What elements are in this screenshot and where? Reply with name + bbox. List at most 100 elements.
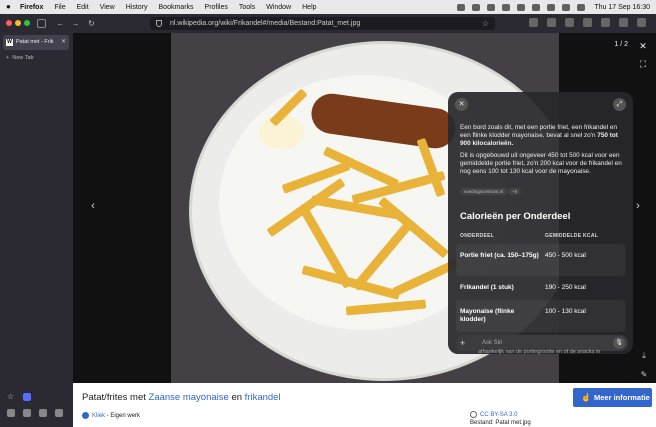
- row-kcal: 100 - 130 kcal: [545, 308, 586, 315]
- history-icon[interactable]: [55, 409, 63, 417]
- minimize-window-button[interactable]: [15, 20, 21, 26]
- sidebar-tools: ☆: [4, 393, 70, 423]
- new-tab-label: New Tab: [12, 55, 34, 61]
- menu-view[interactable]: View: [100, 4, 115, 11]
- settings-icon[interactable]: [7, 409, 15, 417]
- row-part: Mayonaise (flinke klodder): [460, 308, 515, 323]
- clock[interactable]: Thu 17 Sep 16:30: [594, 4, 650, 11]
- row-kcal: 450 - 500 kcal: [545, 252, 586, 259]
- caption-prefix: Patat/frites met: [82, 392, 149, 403]
- wifi-icon[interactable]: [547, 3, 556, 11]
- menu-history[interactable]: History: [126, 4, 148, 11]
- menu-edit[interactable]: Edit: [77, 4, 89, 11]
- reload-icon[interactable]: ↻: [86, 18, 97, 29]
- url-text[interactable]: nl.wikipedia.org/wiki/Frikandel#/media/B…: [170, 20, 360, 27]
- status-icon[interactable]: [457, 3, 466, 11]
- table-title: Calorieën per Onderdeel: [460, 211, 571, 222]
- more-sources-chip[interactable]: +6: [508, 188, 522, 195]
- author-line: Kliek - Eigen werk: [82, 412, 140, 419]
- menu-icon[interactable]: [637, 18, 646, 27]
- extension-icon[interactable]: [583, 18, 592, 27]
- row-part: Frikandel (1 stuk): [460, 284, 514, 291]
- column-header-kcal: GEMIDDELDE KCAL: [545, 233, 599, 239]
- forward-icon[interactable]: →: [70, 18, 81, 29]
- table-row: Mayonaise (flinke klodder) 100 - 130 kca…: [456, 300, 626, 332]
- back-icon[interactable]: ←: [55, 18, 66, 29]
- shield-icon[interactable]: [156, 20, 162, 27]
- hand-pointer-icon: ☝: [581, 393, 591, 402]
- answer-tail-text: afhankelijk van de portiegrootte en of d…: [478, 349, 601, 355]
- downloads-icon[interactable]: [529, 18, 538, 27]
- status-icon[interactable]: [532, 3, 541, 11]
- new-tab-button[interactable]: + New Tab: [6, 55, 34, 61]
- ai-chat-icon[interactable]: [23, 409, 31, 417]
- answer-detail: Dit is opgebouwd uit ongeveer 450 tot 50…: [460, 152, 622, 176]
- macos-menubar: ● Firefox File Edit View History Bookmar…: [0, 0, 656, 14]
- tab-title: Patat met - Frik: [16, 39, 54, 45]
- column-header-part: ONDERDEEL: [460, 233, 495, 239]
- previous-image-icon[interactable]: ‹: [85, 198, 101, 214]
- edit-icon[interactable]: ✎: [639, 370, 649, 380]
- siri-answer-panel: ✕ ⤢ Een bord zoals dit, met een portie f…: [448, 92, 633, 354]
- extension-icon[interactable]: [601, 18, 610, 27]
- menu-file[interactable]: File: [54, 4, 65, 11]
- author-suffix: - Eigen werk: [105, 413, 141, 420]
- bookmark-star-icon[interactable]: ☆: [482, 17, 489, 30]
- close-tab-icon[interactable]: ✕: [61, 35, 66, 50]
- maximize-window-button[interactable]: [24, 20, 30, 26]
- download-icon[interactable]: ⤓: [639, 351, 649, 361]
- sync-icon[interactable]: [39, 409, 47, 417]
- image-counter: 1 / 2: [614, 41, 628, 48]
- expand-panel-icon[interactable]: ⤢: [613, 98, 626, 111]
- extension-icon[interactable]: [565, 18, 574, 27]
- more-info-label: Meer informatie: [594, 393, 650, 402]
- user-icon: [82, 412, 89, 419]
- microphone-icon[interactable]: 🎙: [613, 337, 625, 349]
- wikipedia-favicon-icon: W: [6, 39, 13, 46]
- source-chip[interactable]: voedingscentrum.nl: [460, 188, 508, 195]
- extension-icon[interactable]: [547, 18, 556, 27]
- menu-profiles[interactable]: Profiles: [205, 4, 228, 11]
- row-kcal: 190 - 250 kcal: [545, 284, 586, 291]
- image-caption-bar: Patat/frites met Zaanse mayonaise en fri…: [73, 383, 656, 427]
- file-name: Bestand: Patat met.jpg: [470, 420, 531, 426]
- status-icon[interactable]: [472, 3, 481, 11]
- answer-intro-text: Een bord zoals dit, met een portie friet…: [460, 124, 618, 140]
- sidebar-toggle-icon[interactable]: [37, 19, 46, 28]
- tab-sidebar: W Patat met - Frik ✕ + New Tab ☆: [0, 33, 73, 427]
- control-center-icon[interactable]: [577, 3, 586, 11]
- caption-middle: en: [228, 392, 245, 403]
- menu-tools[interactable]: Tools: [239, 4, 255, 11]
- extension-icon[interactable]: [619, 18, 628, 27]
- menu-window[interactable]: Window: [266, 4, 291, 11]
- url-bar[interactable]: nl.wikipedia.org/wiki/Frikandel#/media/B…: [150, 17, 495, 30]
- link-frikandel[interactable]: frikandel: [245, 392, 281, 403]
- extension-icon[interactable]: [23, 393, 31, 401]
- search-icon[interactable]: [562, 3, 571, 11]
- toolbar-icons: [529, 18, 646, 27]
- status-icon[interactable]: [517, 3, 526, 11]
- menu-help[interactable]: Help: [302, 4, 316, 11]
- answer-intro: Een bord zoals dit, met een portie friet…: [460, 124, 625, 149]
- apple-icon[interactable]: ●: [6, 3, 14, 11]
- license-link[interactable]: CC BY-SA 3.0: [470, 411, 517, 418]
- close-panel-icon[interactable]: ✕: [455, 98, 468, 111]
- table-row: Portie friet (ca. 150–175g) 450 - 500 kc…: [456, 244, 626, 276]
- status-icon[interactable]: [487, 3, 496, 11]
- link-zaanse-mayonaise[interactable]: Zaanse mayonaise: [149, 392, 229, 403]
- status-icon[interactable]: [502, 3, 511, 11]
- bookmarks-star-icon[interactable]: ☆: [7, 393, 15, 401]
- close-window-button[interactable]: [6, 20, 12, 26]
- fullscreen-icon[interactable]: ⛶: [637, 58, 649, 70]
- license-text[interactable]: CC BY-SA 3.0: [480, 412, 517, 418]
- browser-toolbar: ← → ↻ nl.wikipedia.org/wiki/Frikandel#/m…: [0, 14, 656, 33]
- menu-bookmarks[interactable]: Bookmarks: [159, 4, 194, 11]
- close-viewer-icon[interactable]: ✕: [637, 40, 649, 52]
- tab-active[interactable]: W Patat met - Frik ✕: [3, 35, 69, 50]
- image-caption: Patat/frites met Zaanse mayonaise en fri…: [82, 392, 281, 403]
- plus-icon[interactable]: +: [460, 335, 465, 351]
- row-part: Portie friet (ca. 150–175g): [460, 252, 539, 259]
- menu-firefox[interactable]: Firefox: [20, 4, 43, 11]
- more-info-button[interactable]: ☝ Meer informatie: [573, 388, 652, 407]
- author-link[interactable]: Kliek: [92, 413, 105, 419]
